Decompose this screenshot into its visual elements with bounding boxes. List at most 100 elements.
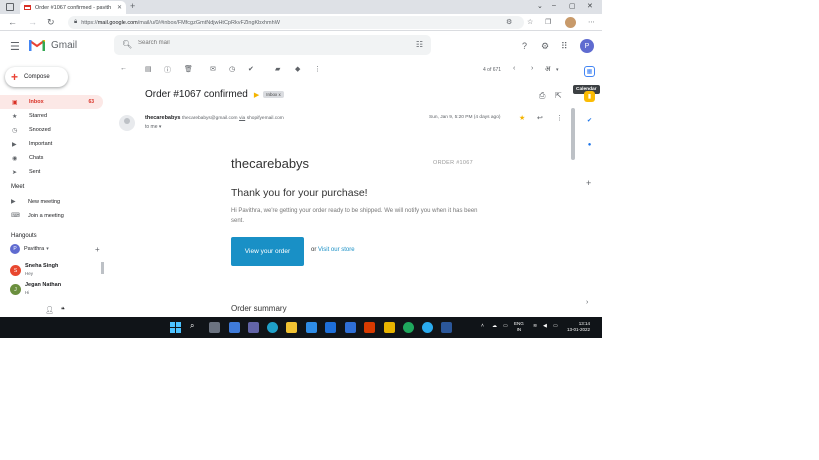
volume-icon[interactable]: ◀ <box>543 323 547 329</box>
tab-close-icon[interactable]: ✕ <box>117 4 122 11</box>
search-bar: 🔍︎ ☷ <box>114 35 431 55</box>
newer-chevron-icon[interactable]: ‹ <box>513 65 515 72</box>
recipients-toggle[interactable]: to me ▾ <box>145 124 161 130</box>
maximize-button[interactable]: ▢ <box>569 2 576 10</box>
site-settings-icon[interactable]: ⚙ <box>506 18 512 26</box>
hangouts-user[interactable]: P Pavithra ▾ <box>10 244 49 254</box>
report-spam-icon[interactable]: ⓘ <box>164 65 171 75</box>
important-marker-icon[interactable]: ▶ <box>254 91 259 99</box>
calendar-icon[interactable]: ▦ <box>584 66 595 77</box>
join-meeting-button[interactable]: ⌨ Join a meeting <box>11 212 64 220</box>
inbox-label-chip[interactable]: Inbox x <box>263 91 284 98</box>
contact-item[interactable]: J Jegan Nathan Hi <box>10 282 61 295</box>
tab-search-icon[interactable]: ⌄ <box>537 2 543 10</box>
reload-icon[interactable]: ↻ <box>47 17 55 28</box>
word-icon[interactable] <box>441 322 452 333</box>
add-to-tasks-icon[interactable]: ✔ <box>248 65 254 73</box>
sidebar-item-important[interactable]: ▶ Important <box>0 137 103 151</box>
help-icon[interactable]: ? <box>522 41 527 51</box>
visit-store-link[interactable]: Visit our store <box>318 247 355 253</box>
edge-browser-icon[interactable] <box>267 322 278 333</box>
gmail-logo-icon[interactable] <box>29 39 45 51</box>
taskbar-clock[interactable]: 13:14 13-01-2022 <box>567 321 590 333</box>
delete-icon[interactable]: 🗑︎ <box>184 65 193 73</box>
open-new-window-icon[interactable]: ⇱ <box>555 91 562 100</box>
older-chevron-icon[interactable]: › <box>531 65 533 72</box>
back-icon[interactable]: ← <box>8 17 17 27</box>
search-icon[interactable]: 🔍︎ <box>122 40 132 49</box>
print-icon[interactable]: ⎙ <box>539 91 545 101</box>
new-meeting-button[interactable]: ▶ New meeting <box>11 198 60 206</box>
sidebar-scrollbar[interactable] <box>101 262 104 274</box>
task-view-icon[interactable] <box>209 322 220 333</box>
browser-menu-icon[interactable]: ⋯ <box>588 18 595 26</box>
apps-grid-icon[interactable]: ⠿ <box>561 41 568 52</box>
minimize-button[interactable]: – <box>552 2 556 9</box>
contacts-icon[interactable]: ● <box>584 139 595 150</box>
move-to-icon[interactable]: ▰ <box>275 65 280 73</box>
input-tools-chevron-icon[interactable]: ▾ <box>556 67 559 73</box>
dropbox-icon[interactable] <box>325 322 336 333</box>
file-explorer-icon[interactable] <box>286 322 297 333</box>
tray-chevron-icon[interactable]: ˄ <box>481 323 484 329</box>
tab-actions-icon[interactable] <box>6 3 14 11</box>
hide-side-panel-icon[interactable]: › <box>586 299 588 306</box>
input-tools-button[interactable]: अ <box>545 65 550 74</box>
battery-icon[interactable]: ▭ <box>553 323 558 329</box>
chrome-icon[interactable] <box>403 322 414 333</box>
new-conversation-icon[interactable]: + <box>95 245 100 254</box>
sidebar-item-chats[interactable]: ◉ Chats <box>0 151 103 165</box>
more-icon[interactable]: ⋮ <box>556 114 563 122</box>
collections-icon[interactable]: ❐ <box>545 18 551 26</box>
label-icon[interactable]: ◆ <box>295 65 300 73</box>
main-menu-icon[interactable]: ☰ <box>10 40 20 53</box>
sidebar-item-sent[interactable]: ➤ Sent <box>0 165 103 179</box>
view-order-button[interactable]: View your order <box>231 237 304 266</box>
window-close-button[interactable]: ✕ <box>587 2 593 10</box>
forward-icon[interactable]: → <box>28 17 37 27</box>
windows-start-icon[interactable] <box>170 322 181 333</box>
contact-name: Jegan Nathan <box>25 282 62 288</box>
taskbar-search-icon[interactable]: ⌕ <box>190 321 194 331</box>
contacts-person-icon[interactable]: 👤︎ <box>45 306 54 314</box>
search-options-icon[interactable]: ☷ <box>416 40 423 49</box>
mail-app-icon[interactable] <box>306 322 317 333</box>
search-input[interactable] <box>138 40 398 46</box>
wifi-icon[interactable]: ≋ <box>533 323 537 329</box>
message-scrollbar[interactable] <box>571 108 575 160</box>
browser-tab-active[interactable]: Order #1067 confirmed - pavith ✕ <box>20 1 126 14</box>
reply-icon[interactable]: ↩ <box>537 114 543 122</box>
back-to-inbox-icon[interactable]: ← <box>120 65 127 72</box>
keep-icon[interactable]: ▮ <box>584 91 595 102</box>
settings-gear-icon[interactable]: ⚙ <box>541 41 549 52</box>
remove-label-icon[interactable]: x <box>279 92 281 97</box>
language-indicator[interactable]: ENG IN <box>514 321 524 333</box>
telegram-icon[interactable] <box>422 322 433 333</box>
widgets-icon[interactable] <box>229 322 240 333</box>
browser-profile-avatar[interactable] <box>565 17 576 28</box>
sidebar-item-inbox[interactable]: ▣ Inbox 63 <box>0 95 103 109</box>
bookmark-star-icon[interactable]: ☆ <box>527 18 533 26</box>
hangouts-quote-icon[interactable]: ❝ <box>61 306 65 314</box>
sidebar-item-starred[interactable]: ★ Starred <box>0 109 103 123</box>
office-icon[interactable] <box>364 322 375 333</box>
account-avatar[interactable]: P <box>580 39 594 53</box>
snooze-icon[interactable]: ◷ <box>229 65 235 73</box>
tray-device-icon[interactable]: ▭ <box>503 323 508 329</box>
new-tab-button[interactable]: + <box>130 1 135 11</box>
url-field[interactable]: 🔒︎ https:// mail.google.com /mail/u/0/#i… <box>68 16 524 29</box>
more-options-icon[interactable]: ⋮ <box>314 65 321 73</box>
teams-chat-icon[interactable] <box>248 322 259 333</box>
store-icon[interactable] <box>345 322 356 333</box>
compose-button[interactable]: + Compose <box>5 67 68 87</box>
tray-cloud-icon[interactable]: ☁ <box>492 323 497 329</box>
mark-unread-icon[interactable]: ✉ <box>210 65 216 73</box>
get-addons-icon[interactable]: + <box>586 178 591 188</box>
sidebar-item-snoozed[interactable]: ◷ Snoozed <box>0 123 103 137</box>
tasks-icon[interactable]: ✔ <box>584 115 595 126</box>
chevron-down-icon[interactable]: ▾ <box>46 246 49 252</box>
star-icon[interactable]: ★ <box>519 114 525 122</box>
folder-icon[interactable] <box>384 322 395 333</box>
archive-icon[interactable]: ▤ <box>145 65 152 73</box>
contact-item[interactable]: S Sneha Singh Hey <box>10 263 58 276</box>
